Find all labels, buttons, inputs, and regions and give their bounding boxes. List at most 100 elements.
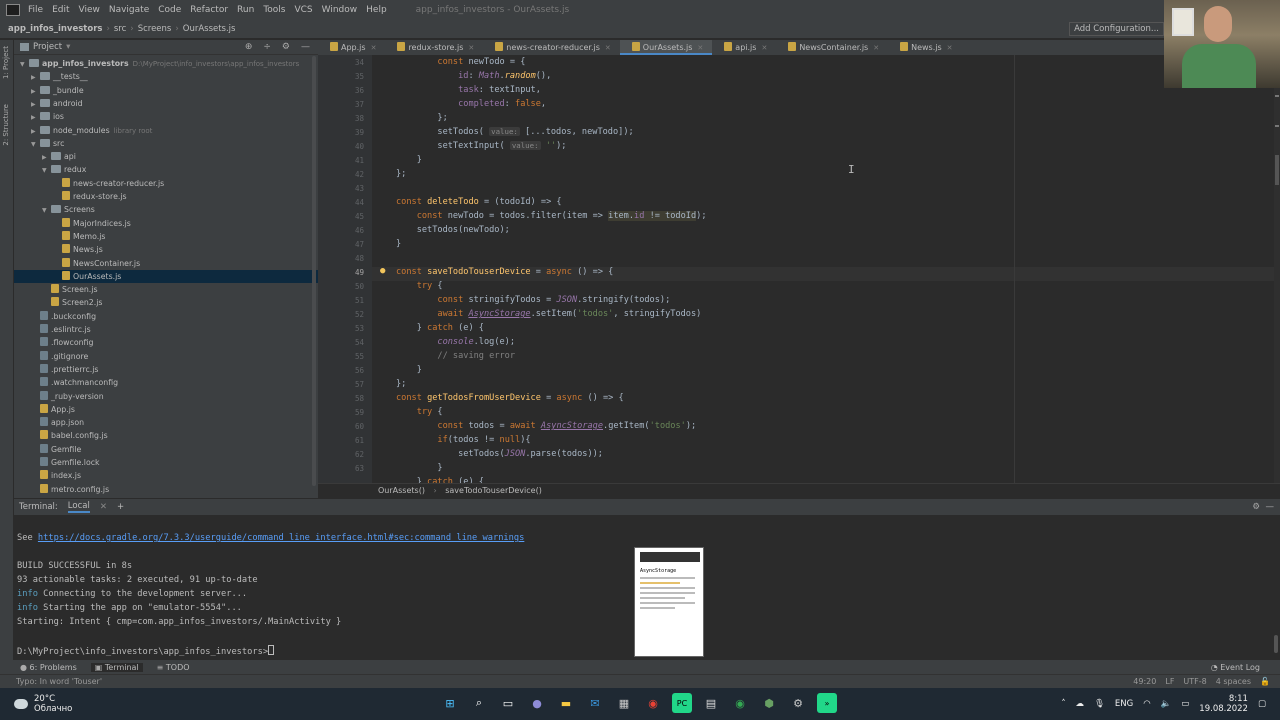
chevron-icon[interactable]: ▼ xyxy=(31,138,40,151)
menu-code[interactable]: Code xyxy=(158,5,181,15)
tree-item[interactable]: ▶ android xyxy=(14,97,318,110)
menu-vcs[interactable]: VCS xyxy=(294,5,312,15)
tree-item[interactable]: ▶ __tests__ xyxy=(14,70,318,83)
menu-tools[interactable]: Tools xyxy=(263,5,285,15)
tree-item[interactable]: ▶ _bundle xyxy=(14,84,318,97)
close-icon[interactable]: ✕ xyxy=(947,44,953,52)
microphone-icon[interactable]: 🎙 xyxy=(1094,699,1105,709)
mail-icon[interactable]: ✉ xyxy=(585,693,605,713)
language-indicator[interactable]: ENG xyxy=(1115,699,1133,709)
editor-scrollbar[interactable] xyxy=(1274,55,1280,483)
tab-our-assets[interactable]: OurAssets.js ✕ xyxy=(619,40,713,55)
chevron-icon[interactable]: ▶ xyxy=(42,151,51,164)
menu-refactor[interactable]: Refactor xyxy=(190,5,228,15)
pycharm-icon[interactable]: PC xyxy=(672,693,692,713)
terminal-app-icon[interactable]: » xyxy=(817,693,837,713)
chat-icon[interactable]: ● xyxy=(527,693,547,713)
tree-item[interactable]: ▼ Screens xyxy=(14,203,318,216)
tree-item[interactable]: babel.config.js xyxy=(14,429,318,442)
status-message[interactable]: Typo: In word 'Touser' xyxy=(16,677,102,686)
project-panel-title[interactable]: Project xyxy=(33,42,62,52)
menu-run[interactable]: Run xyxy=(237,5,254,15)
minimize-icon[interactable]: — xyxy=(301,42,310,52)
tree-item[interactable]: .gitignore xyxy=(14,350,318,363)
tree-item[interactable]: Memo.js xyxy=(14,230,318,243)
tree-item[interactable]: metro.config.js xyxy=(14,483,318,496)
chevron-icon[interactable]: ▶ xyxy=(31,111,40,124)
store-icon[interactable]: ▦ xyxy=(614,693,634,713)
search-icon[interactable]: ⌕ xyxy=(469,693,489,713)
battery-icon[interactable]: ▭ xyxy=(1181,699,1189,709)
tab-terminal-local[interactable]: Local xyxy=(67,501,90,513)
chevron-icon[interactable]: ▶ xyxy=(31,125,40,138)
notification-icon[interactable]: ▢ xyxy=(1258,699,1266,709)
settings-icon[interactable]: ⚙ xyxy=(788,693,808,713)
menu-window[interactable]: Window xyxy=(322,5,358,15)
close-icon[interactable]: ✕ xyxy=(873,44,879,52)
volume-icon[interactable]: 🔈 xyxy=(1161,699,1172,709)
wifi-icon[interactable]: ◠ xyxy=(1143,699,1150,709)
gear-icon[interactable]: ⚙ xyxy=(1252,502,1260,512)
close-icon[interactable]: ✕ xyxy=(371,44,377,52)
event-log-button[interactable]: ◔ Event Log xyxy=(1211,663,1260,672)
breadcrumb-src[interactable]: src xyxy=(114,24,126,34)
tree-item[interactable]: news-creator-reducer.js xyxy=(14,177,318,190)
tab-news-creator-reducer[interactable]: news-creator-reducer.js ✕ xyxy=(483,40,620,55)
windows-start-icon[interactable]: ⊞ xyxy=(440,693,460,713)
tree-item[interactable]: index.js xyxy=(14,469,318,482)
close-icon[interactable]: ✕ xyxy=(100,502,107,512)
terminal-output[interactable]: See https://docs.gradle.org/7.3.3/usergu… xyxy=(14,515,1280,659)
menu-view[interactable]: View xyxy=(79,5,100,15)
tab-api[interactable]: api.js ✕ xyxy=(712,40,776,55)
task-view-icon[interactable]: ▭ xyxy=(498,693,518,713)
tree-item[interactable]: ▼ app_infos_investors D:\MyProject\info_in… xyxy=(14,57,318,70)
tree-item[interactable]: ▼ src xyxy=(14,137,318,150)
tree-item[interactable]: redux-store.js xyxy=(14,190,318,203)
tree-scrollbar[interactable] xyxy=(312,56,316,486)
close-icon[interactable]: ✕ xyxy=(697,44,703,52)
add-terminal-button[interactable]: + xyxy=(117,502,124,512)
lightbulb-icon[interactable]: ● xyxy=(380,266,385,276)
tree-item[interactable]: ▶ api xyxy=(14,150,318,163)
tab-news[interactable]: News.js ✕ xyxy=(888,40,961,55)
tree-item[interactable]: .buckconfig xyxy=(14,310,318,323)
tree-item[interactable]: MajorIndices.js xyxy=(14,217,318,230)
breadcrumb-screens[interactable]: Screens xyxy=(138,24,172,34)
tree-item[interactable]: app.json xyxy=(14,416,318,429)
file-explorer-icon[interactable]: ▬ xyxy=(556,693,576,713)
cloud-sync-icon[interactable]: ☁ xyxy=(1076,699,1085,709)
cursor-position[interactable]: 49:20 xyxy=(1133,677,1156,686)
weather-widget[interactable]: 20°C Облачно xyxy=(14,694,72,714)
terminal-scrollbar[interactable] xyxy=(1274,635,1278,653)
add-configuration-button[interactable]: Add Configuration... xyxy=(1069,22,1164,36)
tab-redux-store[interactable]: redux-store.js ✕ xyxy=(385,40,483,55)
close-icon[interactable]: ✕ xyxy=(468,44,474,52)
tree-item[interactable]: NewsContainer.js xyxy=(14,257,318,270)
tree-item[interactable]: ▶ node_modules library root xyxy=(14,124,318,137)
breadcrumb-project[interactable]: app_infos_investors xyxy=(8,24,102,34)
chevron-up-icon[interactable]: ˄ xyxy=(1061,699,1065,709)
chevron-icon[interactable]: ▼ xyxy=(20,58,29,71)
indent-setting[interactable]: 4 spaces xyxy=(1216,677,1251,686)
structure-tool-tab[interactable]: 2: Structure xyxy=(2,104,10,146)
breadcrumb-function-ourassets[interactable]: OurAssets() xyxy=(378,486,425,495)
menu-help[interactable]: Help xyxy=(366,5,387,15)
tree-item[interactable]: ▶ ios xyxy=(14,110,318,123)
emulator-preview-thumbnail[interactable]: AsyncStorage xyxy=(634,547,704,657)
tree-item[interactable]: _ruby-version xyxy=(14,390,318,403)
menu-file[interactable]: File xyxy=(28,5,43,15)
breadcrumb-function-save[interactable]: saveTodoTouserDevice() xyxy=(445,486,542,495)
chevron-icon[interactable]: ▼ xyxy=(42,204,51,217)
minimize-icon[interactable]: — xyxy=(1266,502,1275,512)
tree-item[interactable]: Gemfile xyxy=(14,443,318,456)
tree-item[interactable]: News.js xyxy=(14,243,318,256)
menu-navigate[interactable]: Navigate xyxy=(109,5,149,15)
target-icon[interactable]: ⊕ xyxy=(245,42,253,52)
tab-app[interactable]: App.js ✕ xyxy=(318,40,385,55)
close-icon[interactable]: ✕ xyxy=(761,44,767,52)
chrome-icon[interactable]: ◉ xyxy=(643,693,663,713)
chevron-icon[interactable]: ▶ xyxy=(31,71,40,84)
node-icon[interactable]: ⬢ xyxy=(759,693,779,713)
tree-item[interactable]: App.js xyxy=(14,403,318,416)
gradle-docs-link[interactable]: https://docs.gradle.org/7.3.3/userguide/… xyxy=(38,533,524,543)
